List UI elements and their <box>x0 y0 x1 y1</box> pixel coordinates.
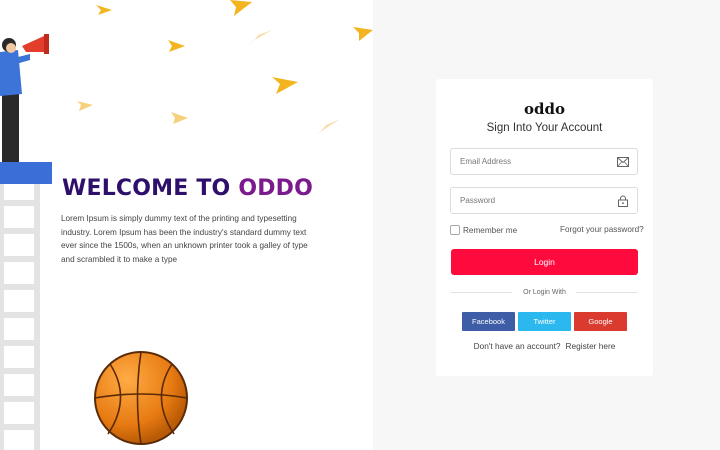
no-account-text: Don't have an account? <box>473 341 561 351</box>
paper-plane-icon <box>230 0 252 16</box>
hero-panel: WELCOME TO ODDO Lorem Ipsum is simply du… <box>0 0 373 450</box>
welcome-title: WELCOME TO ODDO <box>62 176 313 201</box>
welcome-title-prefix: WELCOME TO <box>62 176 231 201</box>
remember-me[interactable]: Remember me <box>450 225 517 235</box>
register-prompt: Don't have an account? Register here <box>436 341 653 351</box>
basketball-icon <box>94 351 188 445</box>
login-button[interactable]: Login <box>451 249 638 275</box>
welcome-title-brand: ODDO <box>238 176 314 201</box>
google-button[interactable]: Google <box>574 312 627 331</box>
facebook-button[interactable]: Facebook <box>462 312 515 331</box>
megaphone-icon <box>0 34 49 162</box>
email-field[interactable]: Email Address <box>450 148 638 175</box>
paper-plane-icon <box>168 40 185 52</box>
paper-plane-icon <box>353 27 373 41</box>
paper-plane-icon <box>171 112 188 124</box>
remember-label: Remember me <box>463 225 518 235</box>
forgot-password-link[interactable]: Forgot your password? <box>560 225 644 234</box>
password-placeholder: Password <box>460 196 496 205</box>
lock-icon <box>617 195 629 207</box>
or-login-with: Or Login With <box>523 289 566 296</box>
welcome-description: Lorem Ipsum is simply dummy text of the … <box>61 214 308 264</box>
register-link[interactable]: Register here <box>566 341 616 351</box>
ladder-icon <box>0 162 52 450</box>
password-field[interactable]: Password <box>450 187 638 214</box>
remember-checkbox[interactable] <box>450 225 460 235</box>
brand-logo: oddo <box>524 100 565 118</box>
paper-plane-icon <box>77 101 93 111</box>
paper-plane-icon <box>96 5 112 15</box>
paper-plane-icon <box>248 30 272 44</box>
email-placeholder: Email Address <box>460 157 512 166</box>
paper-plane-icon <box>272 77 298 94</box>
envelope-icon <box>617 156 629 168</box>
twitter-button[interactable]: Twitter <box>518 312 571 331</box>
login-subtitle: Sign Into Your Account <box>486 122 603 134</box>
paper-plane-icon <box>316 119 340 135</box>
